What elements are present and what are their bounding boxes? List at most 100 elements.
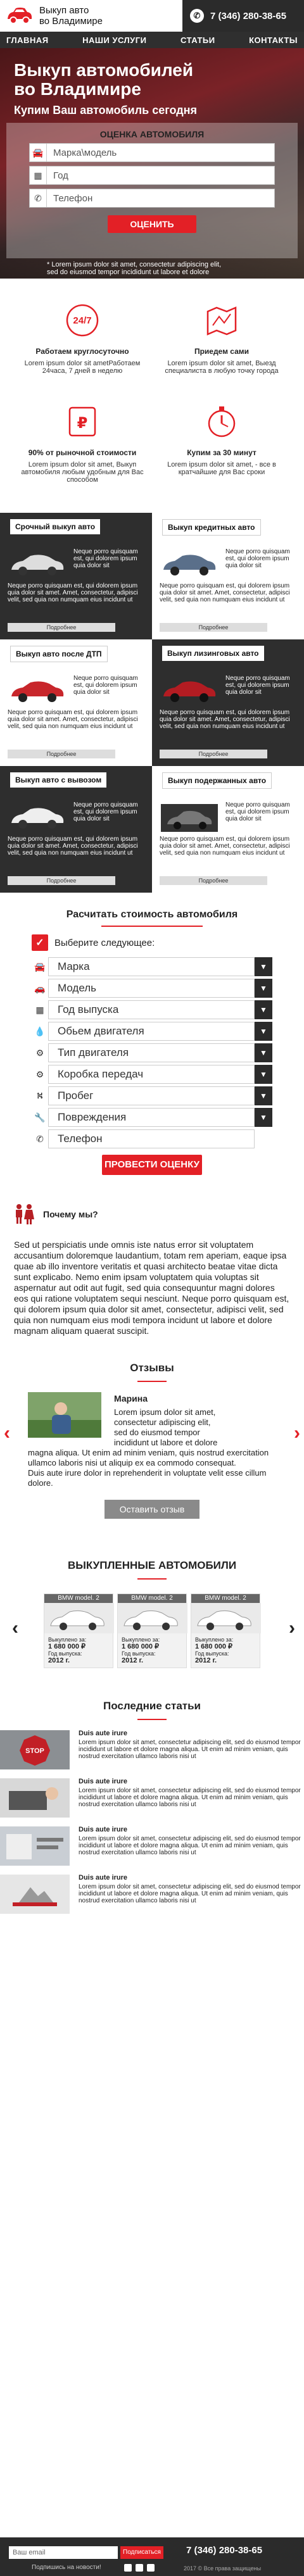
bought-car-card[interactable]: BMW model. 2 Выкуплено за: 1 680 000 ₽ Г…	[117, 1593, 187, 1668]
header-phone[interactable]: ✆ 7 (346) 280-38-65	[182, 0, 304, 32]
article-excerpt: Lorem ipsum dolor sit amet, consectetur …	[79, 1835, 301, 1856]
title-divider	[137, 1578, 167, 1580]
tile-title: Срочный выкуп авто	[10, 519, 101, 534]
tile-tow-buyout[interactable]: Выкуп авто с вывозом Neque porro quisqua…	[0, 766, 152, 893]
chevron-down-icon[interactable]: ▼	[255, 957, 272, 976]
latest-articles-section: Последние статьи STOP Duis aute irure Lor…	[0, 1668, 304, 1914]
email-input[interactable]: Ваш email	[9, 2546, 118, 2559]
more-button[interactable]: Подробнее	[8, 876, 115, 885]
make-model-field[interactable]: 🚘 Марка\модель	[29, 143, 275, 162]
calculator-title: Расчитать стоимость автомобиля	[66, 909, 238, 920]
bought-cars-title: ВЫКУПЛЕННЫЕ АВТОМОБИЛИ	[67, 1559, 237, 1571]
make-model-placeholder: Марка\модель	[46, 144, 274, 161]
article-image	[0, 1826, 70, 1866]
article-text-block: Duis aute irure Lorem ipsum dolor sit ame…	[70, 1778, 304, 1818]
brand-name[interactable]: Выкуп авто во Владимире	[39, 5, 103, 27]
year-field[interactable]: ▦ Год	[29, 166, 275, 185]
leave-review-button[interactable]: Оставить отзыв	[104, 1500, 200, 1519]
article-excerpt: Lorem ipsum dolor sit amet, consectetur …	[79, 1787, 301, 1808]
more-button[interactable]: Подробнее	[8, 623, 115, 632]
phone-icon: ✆	[36, 1133, 44, 1144]
car-image	[118, 1603, 187, 1633]
tile-text-long: Neque porro quisquam est, qui dolorem ip…	[8, 836, 138, 857]
chevron-down-icon[interactable]: ▼	[255, 1043, 272, 1062]
phone-field[interactable]: ✆ Телефон	[29, 189, 275, 208]
article-item[interactable]: STOP Duis aute irure Lorem ipsum dolor si…	[0, 1730, 304, 1769]
logo-car-icon[interactable]	[5, 4, 34, 28]
phone-icon: ✆	[34, 192, 42, 203]
tile-urgent-buyout[interactable]: Срочный выкуп авто Neque porro quisquam …	[0, 513, 152, 639]
prev-arrow-icon[interactable]: ‹	[4, 1424, 16, 1443]
tile-text-short: Neque porro quisquam est, qui dolorem ip…	[225, 548, 290, 569]
chevron-down-icon[interactable]: ▼	[255, 1065, 272, 1084]
more-button[interactable]: Подробнее	[160, 750, 267, 758]
next-arrow-icon[interactable]: ›	[288, 1424, 300, 1443]
damage-select[interactable]: 🔧 Повреждения ▼	[32, 1108, 272, 1127]
nav-item-home[interactable]: ГЛАВНАЯ	[6, 35, 49, 45]
ruble-icon: ₽	[13, 399, 152, 444]
chevron-down-icon[interactable]: ▼	[255, 1000, 272, 1019]
field-label: Телефон	[48, 1129, 255, 1148]
engine-type-select[interactable]: ⚙ Тип двигателя ▼	[32, 1043, 272, 1062]
social-facebook-icon[interactable]	[136, 2564, 143, 2572]
mileage-select[interactable]: ⛕ Пробег ▼	[32, 1086, 272, 1105]
bought-car-card[interactable]: BMW model. 2 Выкуплено за: 1 680 000 ₽ Г…	[191, 1593, 261, 1668]
hero-title: Выкуп автомобилей во Владимире	[14, 61, 193, 99]
car-icon: 🚘	[32, 147, 44, 158]
feature-title: Купим за 30 минут	[187, 448, 256, 457]
nav-item-articles[interactable]: СТАТЬИ	[180, 35, 215, 45]
field-label: Тип двигателя	[48, 1043, 255, 1062]
engine-volume-select[interactable]: 💧 Обьем двигателя ▼	[32, 1022, 272, 1041]
bought-car-card[interactable]: BMW model. 2 Выкуплено за: 1 680 000 ₽ Г…	[44, 1593, 114, 1668]
car-info: Выкуплено за: 1 680 000 ₽ Год выпуска: 2…	[191, 1635, 260, 1666]
chevron-down-icon[interactable]: ▼	[255, 979, 272, 998]
nav-item-contacts[interactable]: КОНТАКТЫ	[249, 35, 298, 45]
more-button[interactable]: Подробнее	[160, 623, 267, 632]
tile-text-short: Neque porro quisquam est, qui dolorem ip…	[225, 801, 290, 822]
model-select[interactable]: 🚗 Модель ▼	[32, 979, 272, 998]
chevron-down-icon[interactable]: ▼	[255, 1022, 272, 1041]
svg-text:₽: ₽	[77, 414, 88, 432]
article-image	[0, 1778, 70, 1818]
tile-accident-buyout[interactable]: Выкуп авто после ДТП Neque porro quisqua…	[0, 639, 152, 766]
tile-text-short: Neque porro quisquam est, qui dolorem ip…	[73, 548, 138, 569]
more-button[interactable]: Подробнее	[160, 876, 267, 885]
review-card: ‹ › Марина Lorem ipsum dolor sit amet, c…	[4, 1392, 300, 1488]
article-image	[0, 1875, 70, 1914]
car-image	[11, 808, 64, 829]
year-select[interactable]: ▦ Год выпуска ▼	[32, 1000, 272, 1019]
phone-input[interactable]: ✆ Телефон	[32, 1129, 255, 1148]
tile-leasing-buyout[interactable]: Выкуп лизинговых авто Neque porro quisqu…	[152, 639, 304, 766]
social-twitter-icon[interactable]	[147, 2564, 155, 2572]
make-select[interactable]: 🚘 Марка ▼	[32, 957, 272, 976]
article-item[interactable]: Duis aute irure Lorem ipsum dolor sit ame…	[0, 1875, 304, 1914]
service-tiles: Срочный выкуп авто Neque porro quisquam …	[0, 513, 304, 893]
more-button[interactable]: Подробнее	[8, 750, 115, 758]
24-7-icon: 24/7	[13, 298, 152, 343]
article-title: Duis aute irure	[79, 1874, 128, 1882]
title-divider	[137, 1381, 167, 1382]
tile-credit-buyout[interactable]: Выкуп кредитных авто Neque porro quisqua…	[152, 513, 304, 639]
evaluate-button[interactable]: ОЦЕНИТЬ	[108, 215, 196, 233]
chevron-down-icon[interactable]: ▼	[255, 1108, 272, 1127]
car-price: 1 680 000 ₽	[195, 1643, 232, 1650]
gearbox-select[interactable]: ⚙ Коробка передач ▼	[32, 1065, 272, 1084]
hero-footnote-line-1: * Lorem ipsum dolor sit amet, consectetu…	[47, 261, 222, 268]
social-vk-icon[interactable]	[124, 2564, 132, 2572]
subscribe-button[interactable]: Подписаться	[120, 2546, 163, 2559]
footer-phone[interactable]: 7 (346) 280-38-65	[186, 2545, 262, 2556]
next-arrow-icon[interactable]: ›	[282, 1619, 295, 1638]
why-us-title: Почему мы?	[43, 1209, 98, 1219]
calculator-section: Расчитать стоимость автомобиля ✓ Выберит…	[0, 893, 304, 1175]
feature-title: Приедем сами	[194, 347, 250, 356]
main-nav: ГЛАВНАЯ НАШИ УСЛУГИ СТАТЬИ КОНТАКТЫ	[0, 32, 304, 48]
article-item[interactable]: Duis aute irure Lorem ipsum dolor sit ame…	[0, 1826, 304, 1866]
chevron-down-icon[interactable]: ▼	[255, 1086, 272, 1105]
tile-used-buyout[interactable]: Выкуп подержанных авто Neque porro quisq…	[152, 766, 304, 893]
article-item[interactable]: Duis aute irure Lorem ipsum dolor sit ame…	[0, 1778, 304, 1818]
evaluate-submit-button[interactable]: ПРОВЕСТИ ОЦЕНКУ	[102, 1155, 202, 1175]
why-us-section: Почему мы? Sed ut perspiciatis unde omni…	[0, 1175, 304, 1336]
car-price: 1 680 000 ₽	[122, 1643, 159, 1650]
prev-arrow-icon[interactable]: ‹	[9, 1619, 22, 1638]
nav-item-services[interactable]: НАШИ УСЛУГИ	[82, 35, 146, 45]
